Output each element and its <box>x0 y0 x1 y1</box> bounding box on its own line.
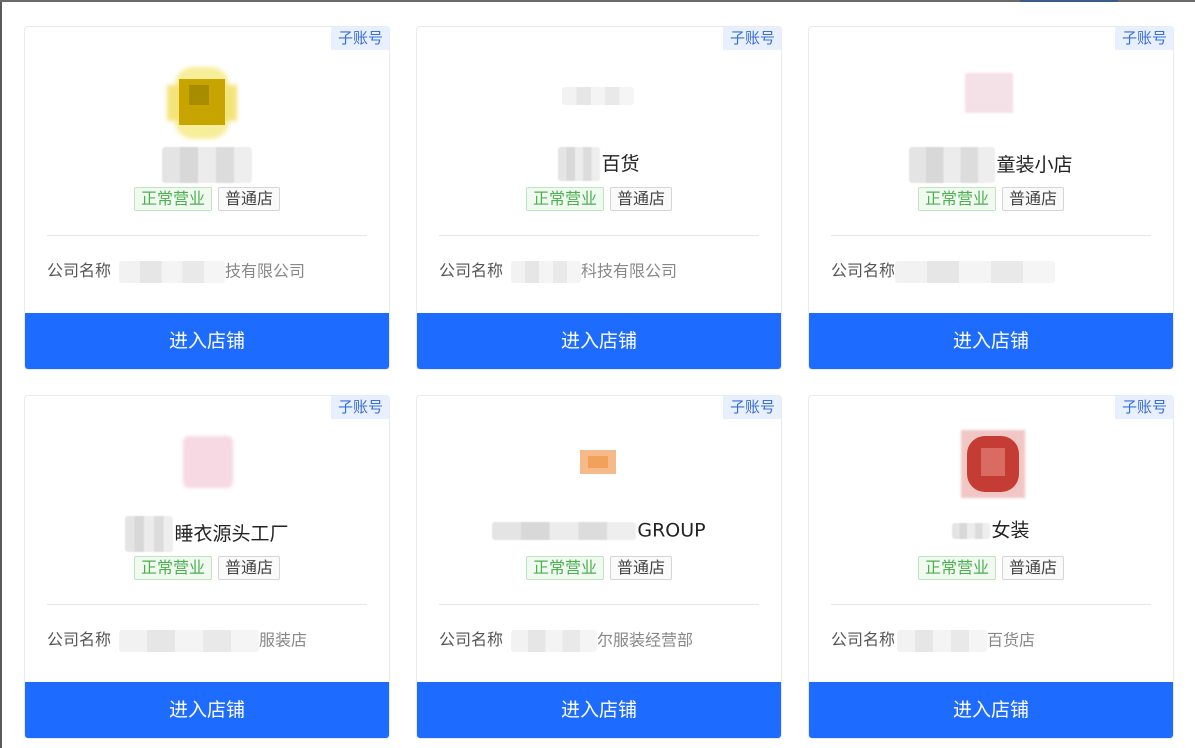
redacted-shop-name <box>952 522 991 539</box>
shop-card: 子账号 童装小店 正常营业 普通店 公司名称 进入店铺 <box>808 26 1174 370</box>
redacted-shop-name <box>161 147 252 183</box>
divider <box>47 235 367 236</box>
shop-name: GROUP <box>417 516 781 544</box>
shop-logo[interactable] <box>809 426 1173 516</box>
shop-logo[interactable] <box>25 57 389 147</box>
company-row: 公司名称 百货店 <box>831 629 1036 652</box>
sub-account-tag: 子账号 <box>1114 27 1173 50</box>
divider <box>831 235 1151 236</box>
redacted-shop-name <box>125 516 174 552</box>
enter-shop-button[interactable]: 进入店铺 <box>25 682 389 738</box>
company-row: 公司名称 <box>831 259 1163 283</box>
redacted-company-name <box>897 629 988 652</box>
enter-shop-button[interactable]: 进入店铺 <box>809 682 1173 738</box>
enter-shop-button[interactable]: 进入店铺 <box>417 682 781 738</box>
shop-badges: 正常营业 普通店 <box>809 556 1173 580</box>
company-row: 公司名称 科技有限公司 <box>439 260 678 283</box>
company-row: 公司名称 技有限公司 <box>47 260 306 283</box>
shop-type-badge: 普通店 <box>610 187 673 211</box>
company-label: 公司名称 <box>47 261 112 280</box>
sub-account-tag: 子账号 <box>330 27 389 50</box>
shop-type-badge: 普通店 <box>610 556 673 580</box>
sub-account-tag: 子账号 <box>330 396 389 419</box>
sub-account-tag: 子账号 <box>722 27 781 50</box>
shop-type-badge: 普通店 <box>218 556 281 580</box>
status-badge: 正常营业 <box>917 556 996 580</box>
shop-logo[interactable] <box>417 57 781 147</box>
window-top-accent <box>1020 0 1118 2</box>
shop-badges: 正常营业 普通店 <box>25 556 389 580</box>
shop-badges: 正常营业 普通店 <box>809 187 1173 211</box>
window-top-border <box>0 0 1195 2</box>
redacted-company-name <box>511 629 598 652</box>
shop-name: 女装 <box>809 516 1173 544</box>
divider <box>831 604 1151 605</box>
company-label: 公司名称 <box>831 261 896 280</box>
divider <box>439 235 759 236</box>
status-badge: 正常营业 <box>525 187 604 211</box>
shop-card: 子账号 睡衣源头工厂 正常营业 普通店 公司名称 服装店 进入店铺 <box>24 395 390 739</box>
company-row: 公司名称 尔服装经营部 <box>439 629 694 652</box>
company-label: 公司名称 <box>439 261 504 280</box>
shop-badges: 正常营业 普通店 <box>417 187 781 211</box>
shop-card: 子账号 百货 正常营业 普通店 公司名称 科技有限公司 进入店铺 <box>416 26 782 370</box>
divider <box>439 604 759 605</box>
status-badge: 正常营业 <box>917 187 996 211</box>
shop-type-badge: 普通店 <box>218 187 281 211</box>
sub-account-tag: 子账号 <box>1114 396 1173 419</box>
window-left-border <box>0 0 2 748</box>
shop-card: 子账号 女装 正常营业 普通店 公司名称 百货店 进入店铺 <box>808 395 1174 739</box>
shop-badges: 正常营业 普通店 <box>25 187 389 211</box>
redacted-shop-name <box>492 521 637 540</box>
sub-account-tag: 子账号 <box>722 396 781 419</box>
shop-logo[interactable] <box>417 426 781 516</box>
shop-card: 子账号 正常营业 普通店 公司名称 技有限公司 进入店铺 <box>24 26 390 370</box>
enter-shop-button[interactable]: 进入店铺 <box>417 313 781 369</box>
divider <box>47 604 367 605</box>
shop-logo[interactable] <box>809 57 1173 147</box>
redacted-shop-name <box>909 147 996 183</box>
enter-shop-button[interactable]: 进入店铺 <box>809 313 1173 369</box>
shop-card: 子账号 GROUP 正常营业 普通店 公司名称 尔服装经营部 进入店铺 <box>416 395 782 739</box>
redacted-company-name <box>119 260 226 283</box>
redacted-company-name <box>119 629 260 652</box>
status-badge: 正常营业 <box>133 556 212 580</box>
redacted-shop-name <box>558 147 601 181</box>
company-label: 公司名称 <box>439 630 504 649</box>
company-label: 公司名称 <box>47 630 112 649</box>
shop-type-badge: 普通店 <box>1002 187 1065 211</box>
status-badge: 正常营业 <box>525 556 604 580</box>
enter-shop-button[interactable]: 进入店铺 <box>25 313 389 369</box>
company-label: 公司名称 <box>831 630 896 649</box>
shop-badges: 正常营业 普通店 <box>417 556 781 580</box>
shop-name: 百货 <box>417 147 781 181</box>
shop-name: 童装小店 <box>809 147 1173 183</box>
shop-logo[interactable] <box>25 426 389 516</box>
company-row: 公司名称 服装店 <box>47 629 308 652</box>
shop-type-badge: 普通店 <box>1002 556 1065 580</box>
redacted-company-name <box>895 260 1056 283</box>
redacted-company-name <box>511 260 582 283</box>
status-badge: 正常营业 <box>133 187 212 211</box>
shop-name: 睡衣源头工厂 <box>25 516 389 552</box>
shop-name <box>25 147 389 183</box>
